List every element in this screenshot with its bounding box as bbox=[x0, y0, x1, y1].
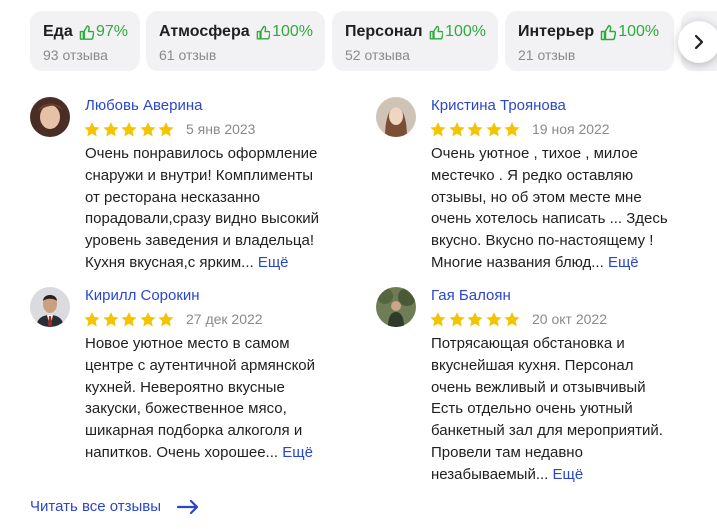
star-icon bbox=[430, 312, 446, 327]
star-icon bbox=[448, 122, 465, 137]
review-date: 19 ноя 2022 bbox=[532, 121, 610, 137]
review-text-line: порадовали,сразу видно высокий bbox=[85, 210, 320, 228]
avatar[interactable] bbox=[376, 287, 416, 327]
star-icon bbox=[102, 122, 119, 137]
next-categories-button[interactable] bbox=[678, 21, 717, 63]
review-text-line: вкуснейшая кухня. Персонал bbox=[431, 356, 634, 374]
category-count: 21 отзыв bbox=[518, 47, 576, 63]
more-link[interactable]: Ещё bbox=[282, 444, 313, 461]
category-chip-interior[interactable]: Интерьер 100% 21 отзыв bbox=[505, 11, 674, 71]
category-count: 61 отзыв bbox=[159, 47, 217, 63]
review-text-line: очень вежливый и отзывчивый bbox=[431, 378, 646, 396]
category-name: Атмосфера bbox=[159, 23, 250, 40]
rating-stars bbox=[83, 121, 176, 138]
review-text: Новое уютное место в самом центре с ауте… bbox=[85, 333, 355, 464]
star-icon bbox=[504, 122, 520, 137]
review-author[interactable]: Любовь Аверина bbox=[85, 97, 202, 115]
star-icon bbox=[121, 122, 137, 137]
category-chip-staff[interactable]: Персонал 100% 52 отзыва bbox=[332, 11, 498, 71]
star-icon bbox=[139, 312, 156, 327]
review-text-line: вкусно. Вкусно по-настоящему ! bbox=[431, 232, 654, 250]
review-text-line: Очень уютное , тихое , милое bbox=[431, 145, 638, 162]
thumb-up-icon bbox=[256, 25, 271, 40]
star-icon bbox=[158, 122, 174, 137]
read-all-label: Читать все отзывы bbox=[30, 498, 162, 515]
thumb-up-icon bbox=[600, 24, 617, 40]
review-text-line: уровень заведения и владельца! bbox=[85, 232, 315, 250]
review-text-line: напитков. Очень хорошее... bbox=[85, 443, 279, 461]
star-icon bbox=[139, 122, 156, 137]
review-text-line: Провели там недавно bbox=[431, 443, 583, 461]
rating-stars bbox=[429, 311, 522, 328]
star-icon bbox=[485, 122, 502, 137]
review-text-line: Многие названия блюд... bbox=[431, 253, 604, 271]
more-link[interactable]: Ещё bbox=[553, 466, 584, 483]
arrow-right-icon bbox=[177, 499, 199, 514]
star-icon bbox=[448, 312, 465, 327]
review-text-line: Кухня вкусная,с ярким... bbox=[85, 253, 254, 271]
review-text: Очень уютное , тихое , милое местечко . … bbox=[431, 143, 701, 274]
category-chip-food[interactable]: Еда 97% 93 отзыва bbox=[30, 11, 140, 71]
review-text-line: отзывы, но об этом месте мне bbox=[431, 188, 642, 206]
read-all-reviews-link[interactable]: Читать все отзывы bbox=[30, 498, 199, 515]
review-text-line: шикарная подборка алкоголя и bbox=[85, 422, 303, 440]
thumb-up-icon bbox=[429, 25, 444, 40]
review-text-line: от ресторана несказанно bbox=[85, 188, 261, 206]
star-icon bbox=[504, 312, 520, 327]
rating-stars bbox=[83, 311, 176, 328]
chevron-right-icon bbox=[694, 34, 704, 50]
review-text-line: Новое уютное место в самом bbox=[85, 335, 290, 352]
review-text-line: снаружи и внутри! Комплименты bbox=[85, 166, 314, 184]
more-link[interactable]: Ещё bbox=[258, 254, 289, 271]
avatar[interactable] bbox=[30, 287, 70, 327]
star-icon bbox=[158, 312, 174, 327]
review-date: 5 янв 2023 bbox=[186, 121, 256, 137]
rating-stars bbox=[429, 121, 522, 138]
review-author[interactable]: Гая Балоян bbox=[431, 287, 511, 305]
avatar[interactable] bbox=[376, 97, 416, 137]
review-text: Потрясающая обстановка и вкуснейшая кухн… bbox=[431, 333, 701, 486]
category-chips: Еда 97% 93 отзыва Атмосфера 100% 61 отзы… bbox=[30, 11, 717, 71]
category-name: Персонал bbox=[345, 23, 423, 40]
star-icon bbox=[485, 312, 502, 327]
category-percent: 97% bbox=[95, 23, 128, 40]
review-text-line: центре с аутентичной армянской bbox=[85, 356, 316, 374]
review-author[interactable]: Кристина Троянова bbox=[431, 97, 566, 115]
category-percent: 100% bbox=[272, 23, 313, 40]
review-text: Очень понравилось оформление снаружи и в… bbox=[85, 143, 355, 274]
review-text-line: незабываемый... bbox=[431, 465, 549, 483]
review-text-line: Потрясающая обстановка и bbox=[431, 335, 625, 352]
category-percent: 100% bbox=[445, 23, 486, 40]
star-icon bbox=[467, 122, 483, 137]
star-icon bbox=[467, 312, 483, 327]
category-percent: 100% bbox=[618, 23, 660, 40]
review-text-line: местечко . Я редко оставляю bbox=[431, 166, 634, 184]
star-icon bbox=[121, 312, 137, 327]
category-chip-atmosphere[interactable]: Атмосфера 100% 61 отзыв bbox=[146, 11, 325, 71]
review-text-line: банкетный зал для мероприятий. bbox=[431, 422, 663, 440]
more-link[interactable]: Ещё bbox=[608, 254, 639, 271]
review-date: 20 окт 2022 bbox=[532, 311, 607, 327]
review-text-line: закуски, божественное мясо, bbox=[85, 400, 287, 418]
review-author[interactable]: Кирилл Сорокин bbox=[85, 287, 200, 305]
review-text-line: очень хотелось написать ... Здесь bbox=[431, 210, 668, 228]
star-icon bbox=[84, 312, 100, 327]
review-date: 27 дек 2022 bbox=[186, 311, 263, 327]
thumb-up-icon bbox=[79, 24, 94, 40]
category-name: Интерьер bbox=[518, 23, 595, 40]
avatar[interactable] bbox=[30, 97, 70, 137]
category-count: 93 отзыва bbox=[43, 47, 108, 63]
star-icon bbox=[102, 312, 119, 327]
review-text-line: кухней. Невероятно вкусные bbox=[85, 378, 285, 396]
category-count: 52 отзыва bbox=[345, 47, 410, 63]
review-text-line: Есть отдельно очень уютный bbox=[431, 400, 633, 418]
star-icon bbox=[430, 122, 446, 137]
category-name: Еда bbox=[43, 23, 73, 40]
review-text-line: Очень понравилось оформление bbox=[85, 145, 318, 162]
star-icon bbox=[84, 122, 100, 137]
